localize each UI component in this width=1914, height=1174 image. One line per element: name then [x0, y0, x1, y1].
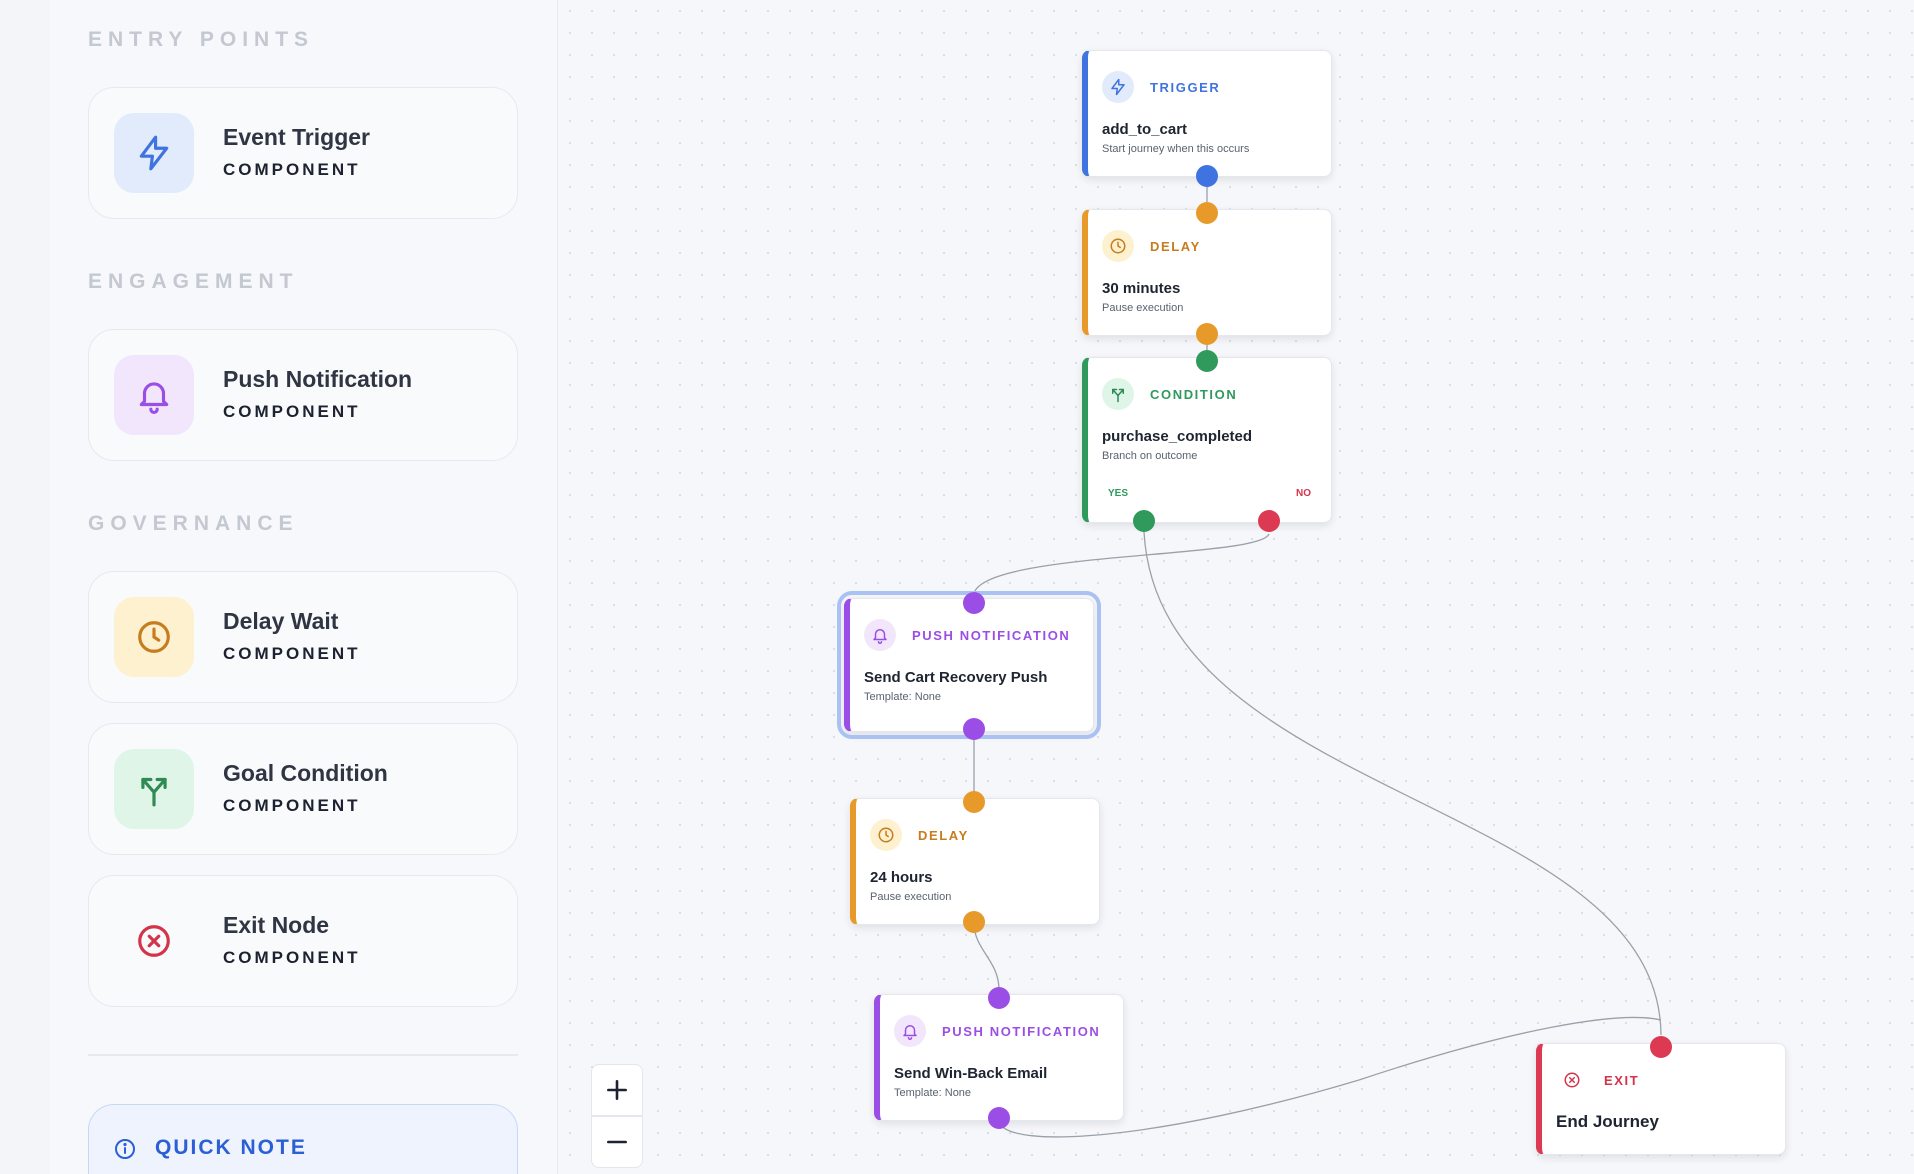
node-subtitle: Start journey when this occurs	[1102, 143, 1250, 155]
palette-item-name: Delay Wait	[223, 608, 339, 634]
node-subtitle: Template: None	[864, 691, 942, 703]
node-condition[interactable]: CONDITION purchase_completed Branch on o…	[1082, 357, 1332, 523]
node-push-cart-recovery[interactable]: PUSH NOTIFICATION Send Cart Recovery Pus…	[837, 591, 1101, 739]
palette-item-event-trigger[interactable]: Event Trigger COMPONENT	[88, 87, 518, 219]
lightning-icon	[1102, 71, 1134, 103]
node-title: add_to_cart	[1102, 121, 1188, 138]
node-type-label: PUSH NOTIFICATION	[912, 628, 1071, 643]
zoom-out-button[interactable]	[591, 1116, 643, 1168]
quick-note-panel[interactable]: QUICK NOTE	[88, 1104, 518, 1174]
port-exit-in[interactable]	[1650, 1036, 1672, 1058]
palette-item-name: Push Notification	[223, 366, 413, 392]
node-push-win-back[interactable]: PUSH NOTIFICATION Send Win-Back Email Te…	[874, 994, 1124, 1121]
section-title-engagement: ENGAGEMENT	[88, 270, 299, 293]
node-subtitle: Pause execution	[870, 891, 952, 903]
bell-icon	[864, 619, 896, 651]
clock-icon	[1102, 230, 1134, 262]
node-type-label: PUSH NOTIFICATION	[942, 1024, 1101, 1039]
x-circle-icon	[1556, 1064, 1588, 1096]
node-delay-24-hours[interactable]: DELAY 24 hours Pause execution	[850, 798, 1100, 925]
clock-icon	[870, 819, 902, 851]
clock-icon	[114, 597, 194, 677]
zoom-controls	[591, 1064, 643, 1172]
zoom-in-button[interactable]	[591, 1064, 643, 1116]
palette-item-name: Event Trigger	[223, 124, 370, 150]
port-push2-in[interactable]	[988, 987, 1010, 1009]
palette-item-subtitle: COMPONENT	[223, 796, 361, 815]
node-trigger[interactable]: TRIGGER add_to_cart Start journey when t…	[1082, 50, 1332, 177]
palette-item-name: Exit Node	[223, 912, 330, 938]
node-type-label: EXIT	[1604, 1073, 1640, 1088]
branch-no-label: NO	[1296, 488, 1311, 499]
palette-item-subtitle: COMPONENT	[223, 948, 361, 967]
port-delay1-in[interactable]	[1196, 202, 1218, 224]
port-push2-out[interactable]	[988, 1107, 1010, 1129]
port-delay1-out[interactable]	[1196, 323, 1218, 345]
node-title: End Journey	[1556, 1112, 1659, 1131]
port-condition-in[interactable]	[1196, 350, 1218, 372]
palette-item-name: Goal Condition	[223, 760, 388, 786]
port-push1-out[interactable]	[963, 718, 985, 740]
branch-yes-label: YES	[1108, 488, 1129, 499]
node-title: 30 minutes	[1102, 280, 1181, 297]
port-delay2-out[interactable]	[963, 911, 985, 933]
component-palette: ENTRY POINTS Event Trigger COMPONENT ENG…	[50, 0, 558, 1174]
palette-item-push-notification[interactable]: Push Notification COMPONENT	[88, 329, 518, 461]
wire-delay2-to-push2	[973, 922, 1000, 991]
node-type-label: CONDITION	[1150, 387, 1238, 402]
node-type-label: DELAY	[1150, 239, 1201, 254]
node-title: Send Win-Back Email	[894, 1065, 1048, 1082]
lightning-icon	[114, 113, 194, 193]
port-delay2-in[interactable]	[963, 791, 985, 813]
bell-icon	[894, 1015, 926, 1047]
palette-item-goal-condition[interactable]: Goal Condition COMPONENT	[88, 723, 518, 855]
branch-icon	[114, 749, 194, 829]
port-condition-no[interactable]	[1258, 510, 1280, 532]
left-gutter	[0, 0, 50, 1174]
port-condition-yes[interactable]	[1133, 510, 1155, 532]
branch-icon	[1102, 378, 1134, 410]
node-title: Send Cart Recovery Push	[864, 669, 1048, 686]
node-title: purchase_completed	[1102, 428, 1253, 445]
palette-item-subtitle: COMPONENT	[223, 160, 361, 179]
wire-yes-to-exit	[1143, 531, 1662, 1036]
wire-no-to-push1	[973, 533, 1270, 601]
node-subtitle: Template: None	[894, 1087, 972, 1099]
journey-canvas[interactable]: TRIGGER add_to_cart Start journey when t…	[559, 0, 1914, 1174]
section-title-governance: GOVERNANCE	[88, 512, 299, 535]
node-subtitle: Branch on outcome	[1102, 450, 1198, 462]
port-trigger-out[interactable]	[1196, 165, 1218, 187]
info-icon	[115, 1139, 135, 1159]
node-title: 24 hours	[870, 869, 933, 886]
palette-item-exit-node[interactable]: Exit Node COMPONENT	[88, 875, 518, 1007]
port-push1-in[interactable]	[963, 592, 985, 614]
plus-icon	[607, 1080, 627, 1100]
section-title-entry-points: ENTRY POINTS	[88, 28, 315, 51]
sidebar-divider	[88, 1054, 518, 1056]
node-exit[interactable]: EXIT End Journey	[1536, 1043, 1786, 1155]
minus-icon	[607, 1140, 627, 1144]
palette-item-subtitle: COMPONENT	[223, 644, 361, 663]
quick-note-title: QUICK NOTE	[155, 1136, 307, 1159]
node-subtitle: Pause execution	[1102, 302, 1184, 314]
bell-icon	[114, 355, 194, 435]
x-circle-icon	[114, 901, 194, 981]
palette-item-delay-wait[interactable]: Delay Wait COMPONENT	[88, 571, 518, 703]
node-delay-30-minutes[interactable]: DELAY 30 minutes Pause execution	[1082, 209, 1332, 336]
node-type-label: DELAY	[918, 828, 969, 843]
palette-item-subtitle: COMPONENT	[223, 402, 361, 421]
node-type-label: TRIGGER	[1150, 80, 1221, 95]
